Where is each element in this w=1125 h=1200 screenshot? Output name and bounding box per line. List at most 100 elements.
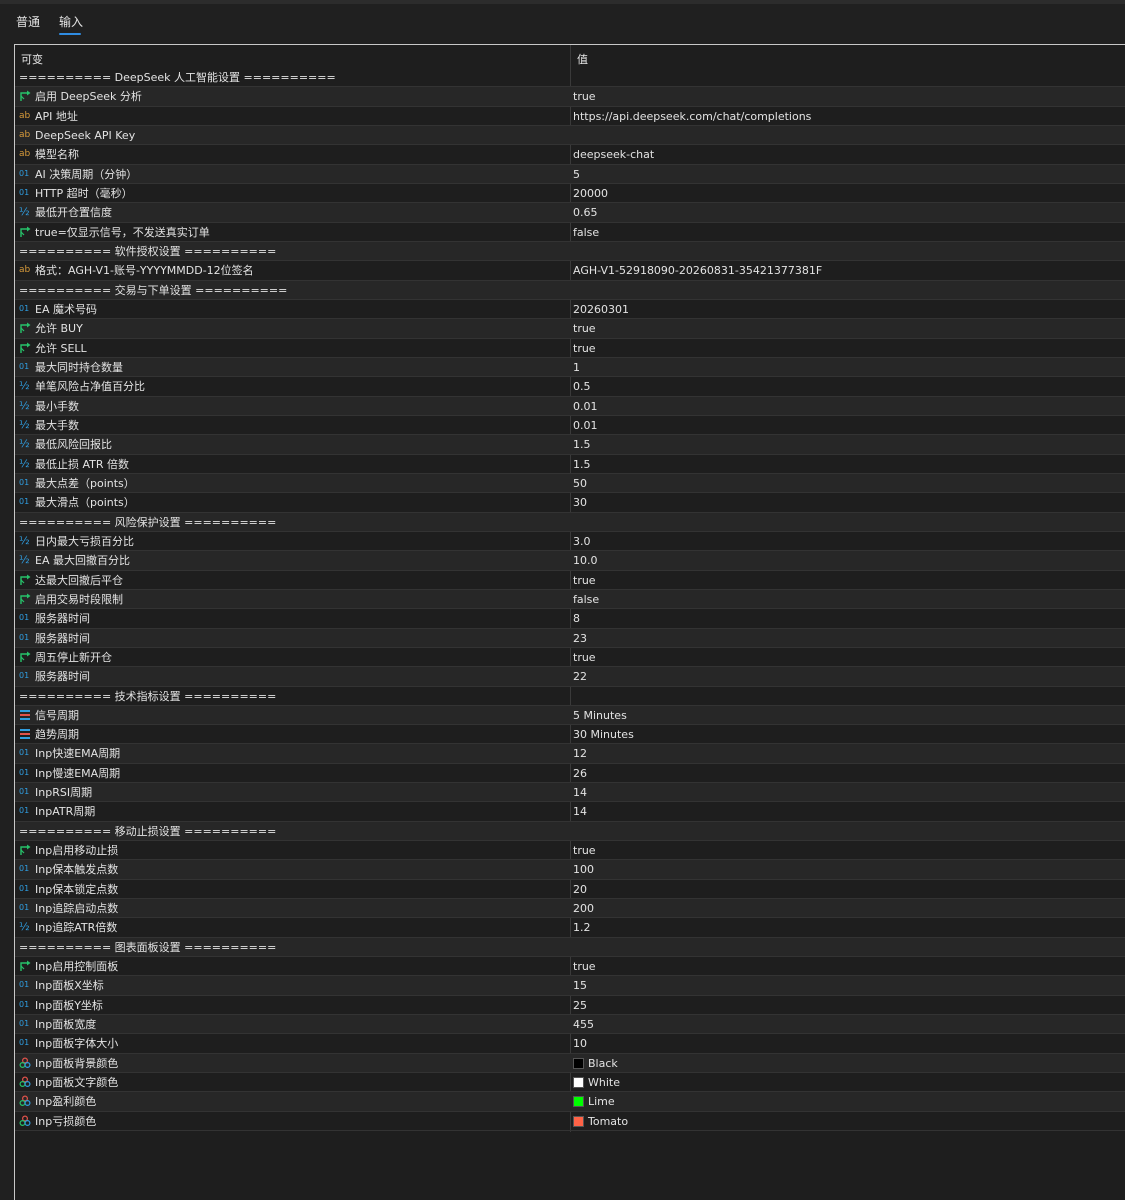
table-row[interactable]: ½ Inp追踪ATR倍数 1.2 [15,918,1125,938]
section-header-row[interactable]: ========== 移动止损设置 ========== [15,821,1125,842]
section-header-row[interactable]: ========== DeepSeek 人工智能设置 ========== [15,68,1125,88]
value-cell[interactable]: true [573,573,596,588]
value-cell[interactable]: 5 [573,167,580,182]
value-cell[interactable]: true [573,341,596,356]
value-cell[interactable]: 20 [573,882,587,897]
value-cell[interactable]: 1.2 [573,920,591,935]
value-cell[interactable]: 14 [573,785,587,800]
table-row[interactable]: 01 EA 魔术号码 20260301 [15,300,1125,320]
value-cell[interactable]: Lime [573,1094,615,1109]
value-cell[interactable]: 100 [573,862,594,877]
table-row[interactable]: 允许 BUY true [15,319,1125,339]
table-row[interactable]: 01 服务器时间 23 [15,628,1125,648]
section-header-row[interactable]: ========== 技术指标设置 ========== [15,687,1125,706]
table-row[interactable]: 信号周期 5 Minutes [15,705,1125,726]
table-row[interactable]: Inp启用控制面板 true [15,957,1125,977]
table-row[interactable]: 01 Inp慢速EMA周期 26 [15,764,1125,784]
table-row[interactable]: 01 最大点差（points） 50 [15,473,1125,494]
value-cell[interactable]: White [573,1075,620,1090]
value-cell[interactable]: 1.5 [573,437,591,452]
value-cell[interactable]: true [573,959,596,974]
table-row[interactable]: ab 模型名称 deepseek-chat [15,145,1125,165]
tab-general[interactable]: 普通 [16,13,40,30]
section-header-row[interactable]: ========== 图表面板设置 ========== [15,937,1125,958]
value-cell[interactable]: 5 Minutes [573,708,627,723]
value-cell[interactable]: 10 [573,1036,587,1051]
value-cell[interactable]: true [573,89,596,104]
table-row[interactable]: ab DeepSeek API Key [15,125,1125,146]
table-row[interactable]: ½ 单笔风险占净值百分比 0.5 [15,377,1125,397]
value-cell[interactable]: false [573,592,599,607]
table-row[interactable]: 01 AI 决策周期（分钟） 5 [15,164,1125,184]
table-row[interactable]: Inp启用移动止损 true [15,841,1125,861]
table-row[interactable]: Inp面板背景颜色 Black [15,1053,1125,1074]
table-row[interactable]: ½ 最大手数 0.01 [15,416,1125,436]
table-row[interactable]: 01 InpATR周期 14 [15,802,1125,822]
table-row[interactable]: ½ 最低风险回报比 1.5 [15,435,1125,455]
value-cell[interactable]: 14 [573,804,587,819]
value-cell[interactable]: 50 [573,476,587,491]
table-row[interactable]: 01 最大同时持仓数量 1 [15,357,1125,378]
table-row[interactable]: 允许 SELL true [15,339,1125,358]
value-cell[interactable]: 455 [573,1017,594,1032]
value-cell[interactable]: true [573,650,596,665]
table-row[interactable]: ab API 地址 https://api.deepseek.com/chat/co… [15,107,1125,126]
value-cell[interactable]: Black [573,1056,618,1071]
section-header-row[interactable]: ========== 交易与下单设置 ========== [15,280,1125,300]
table-row[interactable]: 01 Inp快速EMA周期 12 [15,744,1125,764]
table-row[interactable]: 01 HTTP 超时（毫秒） 20000 [15,184,1125,204]
value-cell[interactable]: 0.01 [573,418,598,433]
table-row[interactable]: ½ 日内最大亏损百分比 3.0 [15,532,1125,552]
table-row[interactable]: ½ EA 最大回撤百分比 10.0 [15,551,1125,571]
value-cell[interactable]: 23 [573,631,587,646]
value-cell[interactable]: deepseek-chat [573,147,654,162]
table-row[interactable]: 01 Inp面板Y坐标 25 [15,996,1125,1016]
table-row[interactable]: Inp盈利颜色 Lime [15,1092,1125,1112]
value-cell[interactable]: 25 [573,998,587,1013]
table-row[interactable]: Inp亏损颜色 Tomato [15,1112,1125,1132]
value-cell[interactable]: 30 [573,495,587,510]
value-cell[interactable]: 30 Minutes [573,727,634,742]
section-header-row[interactable]: ========== 风险保护设置 ========== [15,512,1125,532]
table-row[interactable]: ½ 最小手数 0.01 [15,396,1125,416]
table-row[interactable]: 01 Inp面板X坐标 15 [15,976,1125,996]
value-cell[interactable]: AGH-V1-52918090-20260831-35421377381F [573,263,822,278]
value-cell[interactable]: 1.5 [573,457,591,472]
table-row[interactable]: 启用交易时段限制 false [15,589,1125,610]
value-cell[interactable]: Tomato [573,1114,628,1129]
value-cell[interactable]: 10.0 [573,553,598,568]
value-cell[interactable]: https://api.deepseek.com/chat/completion… [573,109,811,124]
table-row[interactable]: 01 服务器时间 8 [15,609,1125,629]
value-cell[interactable]: 8 [573,611,580,626]
value-cell[interactable]: true [573,843,596,858]
table-row[interactable]: true=仅显示信号，不发送真实订单 false [15,223,1125,242]
table-row[interactable]: 01 Inp保本锁定点数 20 [15,880,1125,900]
value-cell[interactable]: 20260301 [573,302,629,317]
table-row[interactable]: Inp面板文字颜色 White [15,1073,1125,1093]
table-row[interactable]: ½ 最低开仓置信度 0.65 [15,203,1125,223]
table-row[interactable]: 01 最大滑点（points） 30 [15,493,1125,513]
value-cell[interactable]: true [573,321,596,336]
value-cell[interactable]: 26 [573,766,587,781]
table-row[interactable]: ab 格式：AGH-V1-账号-YYYYMMDD-12位签名 AGH-V1-5291… [15,261,1125,281]
value-cell[interactable]: 1 [573,360,580,375]
table-row[interactable]: 01 服务器时间 22 [15,667,1125,687]
table-row[interactable]: 达最大回撤后平仓 true [15,571,1125,590]
table-row[interactable]: 01 Inp面板宽度 455 [15,1015,1125,1035]
value-cell[interactable]: 15 [573,978,587,993]
value-cell[interactable]: 12 [573,746,587,761]
table-row[interactable]: 周五停止新开仓 true [15,648,1125,668]
section-header-row[interactable]: ========== 软件授权设置 ========== [15,241,1125,262]
value-cell[interactable]: 22 [573,669,587,684]
table-row[interactable]: 启用 DeepSeek 分析 true [15,87,1125,107]
value-cell[interactable]: 3.0 [573,534,591,549]
value-cell[interactable]: 200 [573,901,594,916]
column-header-variable[interactable]: 可变 [21,51,43,67]
table-row[interactable]: 01 Inp保本触发点数 100 [15,860,1125,880]
column-header-value[interactable]: 值 [577,51,588,67]
table-row[interactable]: ½ 最低止损 ATR 倍数 1.5 [15,455,1125,474]
tab-inputs[interactable]: 输入 [59,13,83,30]
value-cell[interactable]: false [573,225,599,240]
value-cell[interactable]: 0.01 [573,399,598,414]
table-row[interactable]: 01 InpRSI周期 14 [15,783,1125,803]
